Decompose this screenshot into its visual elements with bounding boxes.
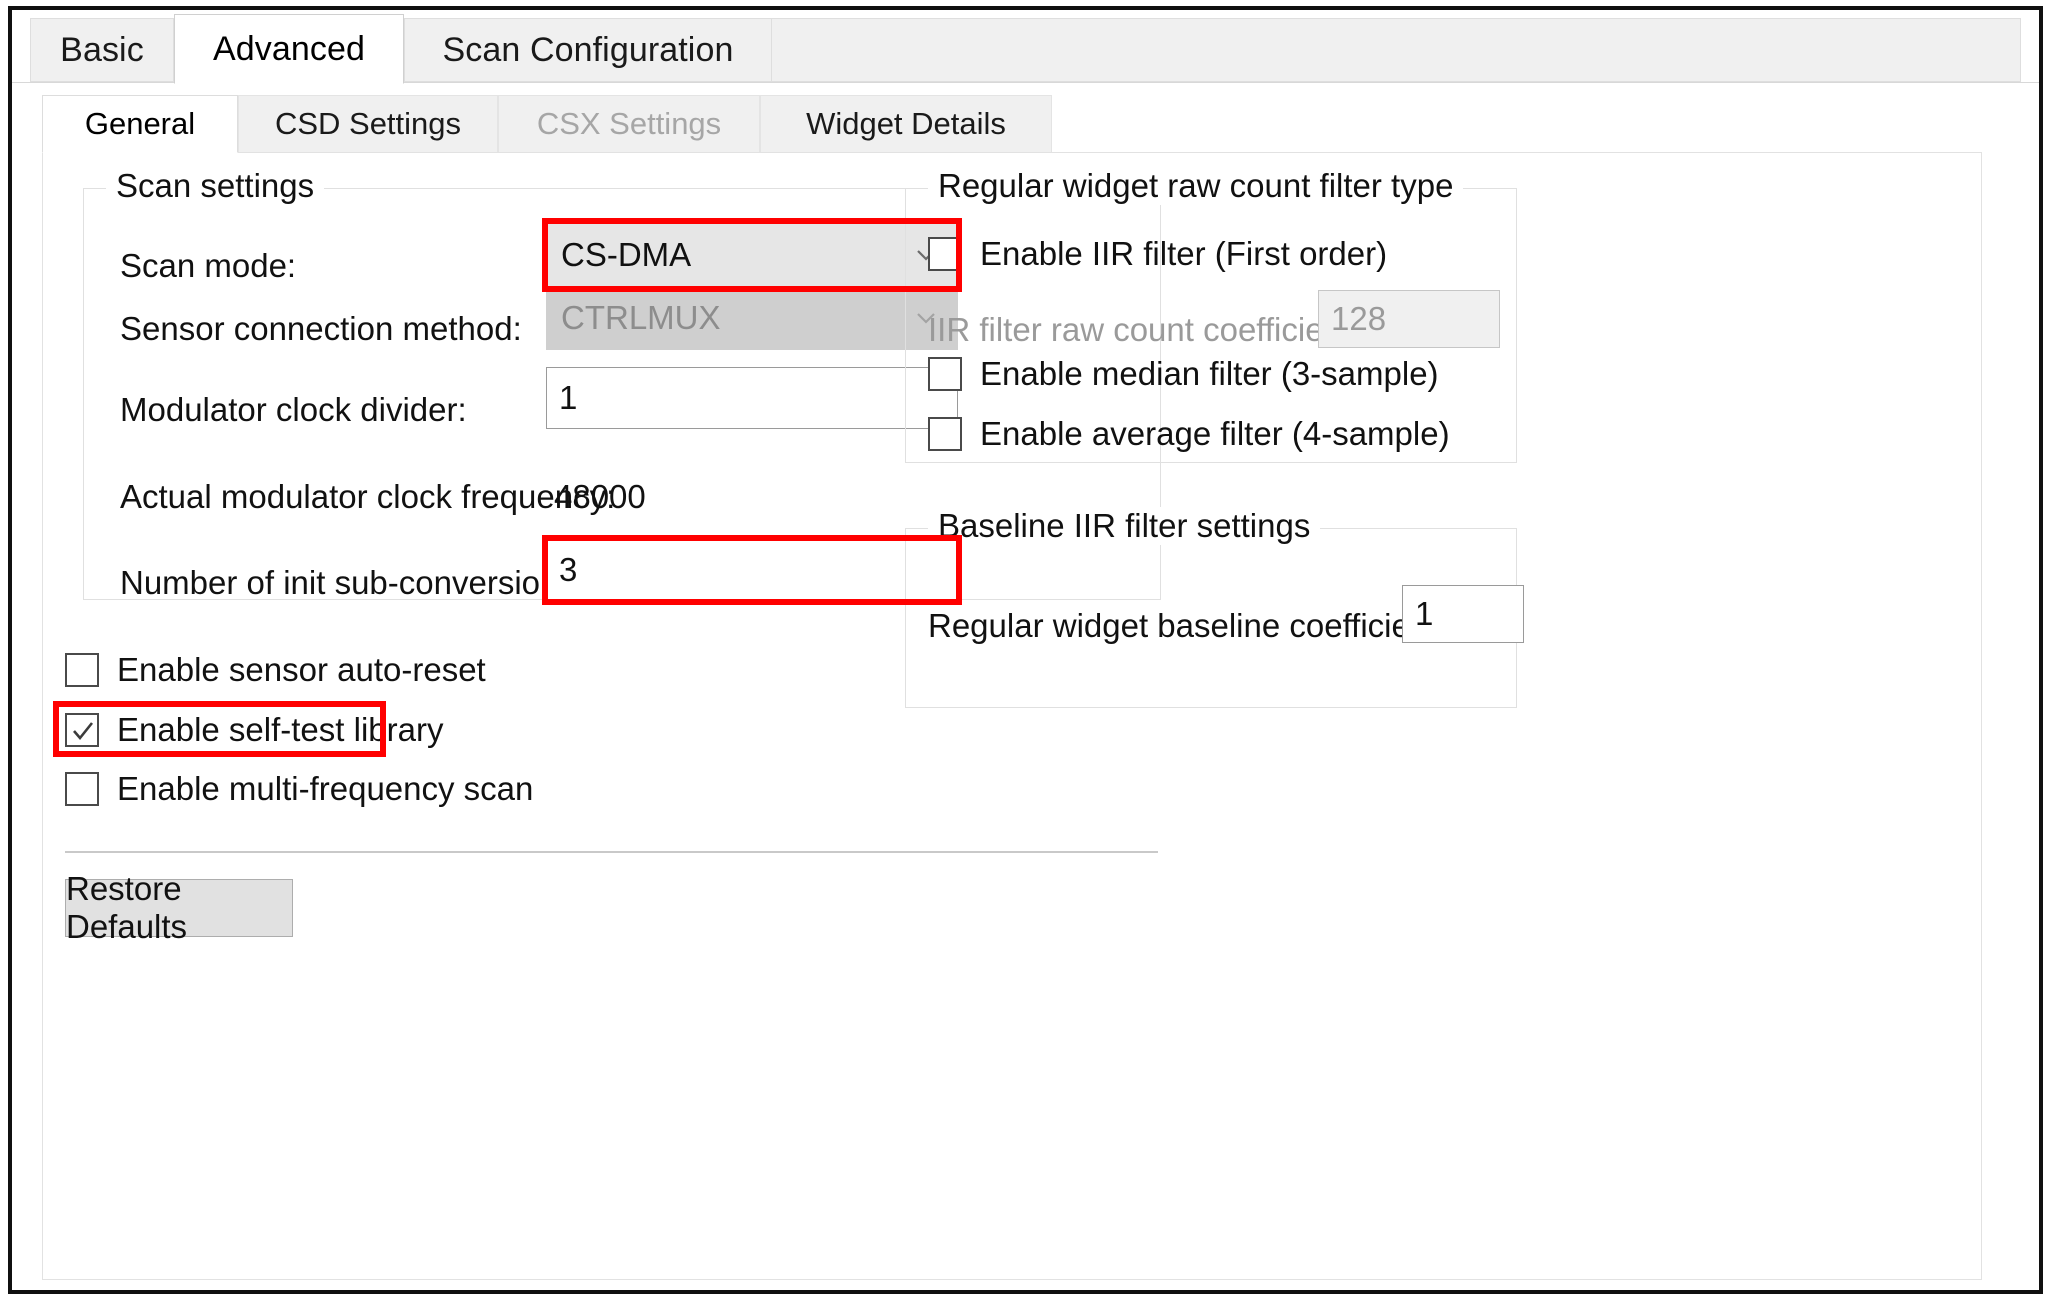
raw-count-filter-title: Regular widget raw count filter type: [928, 167, 1464, 205]
advanced-tab-panel: General CSD Settings CSX Settings Widget…: [12, 82, 2039, 1290]
baseline-iir-filter-group: Baseline IIR filter settings Regular wid…: [905, 507, 1524, 708]
tab-advanced[interactable]: Advanced: [174, 14, 404, 84]
init-sub-conversions-value: 3: [559, 551, 578, 588]
tab-csd-settings[interactable]: CSD Settings: [238, 95, 498, 153]
general-tab-panel: Scan settings Scan mode: CS-DMA Sensor c…: [42, 152, 1982, 1280]
scan-settings-title: Scan settings: [106, 167, 325, 205]
checkbox-enable-median-filter-label: Enable median filter (3-sample): [980, 355, 1439, 392]
checkbox-box: [65, 713, 99, 747]
actual-modulator-clock-frequency-label: Actual modulator clock frequency:: [120, 478, 616, 515]
restore-defaults-button[interactable]: Restore Defaults: [65, 870, 293, 945]
checkbox-enable-iir-filter-label: Enable IIR filter (First order): [980, 235, 1388, 272]
tab-scan-configuration-label: Scan Configuration: [442, 30, 734, 69]
baseline-coefficient-input[interactable]: 1: [1402, 585, 1524, 643]
baseline-coefficient-value: 1: [1415, 595, 1434, 632]
application-window: Basic Advanced Scan Configuration Genera…: [8, 6, 2043, 1294]
section-divider: [65, 851, 1158, 853]
checkbox-enable-multi-frequency-scan-label: Enable multi-frequency scan: [117, 770, 534, 807]
tab-basic-label: Basic: [60, 30, 144, 69]
scan-mode-value: CS-DMA: [561, 236, 692, 273]
sensor-connection-method-value: CTRLMUX: [561, 299, 721, 336]
raw-count-filter-group: Regular widget raw count filter type Ena…: [905, 167, 1517, 463]
iir-filter-coefficient-input: 128: [1318, 290, 1500, 348]
checkbox-box: [65, 653, 99, 687]
tab-csd-settings-label: CSD Settings: [274, 106, 462, 141]
modulator-clock-divider-value: 1: [559, 379, 578, 416]
modulator-clock-divider-label: Modulator clock divider:: [120, 391, 467, 428]
tab-widget-details-label: Widget Details: [806, 106, 1006, 141]
inner-tab-strip: General CSD Settings CSX Settings Widget…: [42, 95, 1982, 153]
iir-filter-coefficient-value: 128: [1331, 300, 1387, 337]
iir-filter-coefficient-label: IIR filter raw count coefficient:: [928, 311, 1361, 348]
outer-tab-strip: Basic Advanced Scan Configuration: [12, 10, 2039, 84]
checkbox-enable-self-test-library[interactable]: Enable self-test library: [65, 711, 443, 749]
baseline-coefficient-label: Regular widget baseline coefficient:: [928, 607, 1447, 644]
checkbox-enable-average-filter[interactable]: Enable average filter (4-sample): [928, 415, 1450, 453]
checkbox-enable-median-filter[interactable]: Enable median filter (3-sample): [928, 355, 1439, 393]
checkbox-enable-self-test-library-label: Enable self-test library: [117, 711, 444, 748]
tab-csx-settings: CSX Settings: [498, 95, 760, 153]
actual-modulator-clock-frequency-value: 48000: [554, 478, 646, 515]
checkbox-enable-sensor-auto-reset[interactable]: Enable sensor auto-reset: [65, 651, 486, 689]
check-icon: [73, 722, 94, 741]
checkbox-box: [65, 772, 99, 806]
scan-mode-label: Scan mode:: [120, 247, 297, 284]
tab-general[interactable]: General: [42, 95, 238, 153]
tab-scan-configuration[interactable]: Scan Configuration: [404, 18, 772, 82]
modulator-clock-divider-input[interactable]: 1: [546, 367, 958, 429]
tab-widget-details[interactable]: Widget Details: [760, 95, 1052, 153]
tab-general-label: General: [84, 106, 196, 141]
init-sub-conversions-label: Number of init sub-conversions:: [120, 564, 585, 601]
scan-mode-dropdown[interactable]: CS-DMA: [546, 222, 958, 288]
checkbox-box: [928, 417, 962, 451]
init-sub-conversions-input[interactable]: 3: [546, 539, 958, 601]
checkbox-enable-average-filter-label: Enable average filter (4-sample): [980, 415, 1450, 452]
restore-defaults-label: Restore Defaults: [66, 870, 188, 945]
checkbox-box: [928, 357, 962, 391]
tab-basic[interactable]: Basic: [30, 18, 174, 82]
checkbox-enable-multi-frequency-scan[interactable]: Enable multi-frequency scan: [65, 770, 533, 808]
sensor-connection-method-dropdown: CTRLMUX: [546, 286, 958, 350]
tab-advanced-label: Advanced: [212, 29, 366, 68]
sensor-connection-method-label: Sensor connection method:: [120, 310, 522, 347]
checkbox-enable-sensor-auto-reset-label: Enable sensor auto-reset: [117, 651, 486, 688]
checkbox-box: [928, 237, 962, 271]
checkbox-enable-iir-filter[interactable]: Enable IIR filter (First order): [928, 235, 1387, 273]
baseline-iir-filter-title: Baseline IIR filter settings: [928, 507, 1321, 545]
tab-csx-settings-label: CSX Settings: [536, 106, 722, 141]
